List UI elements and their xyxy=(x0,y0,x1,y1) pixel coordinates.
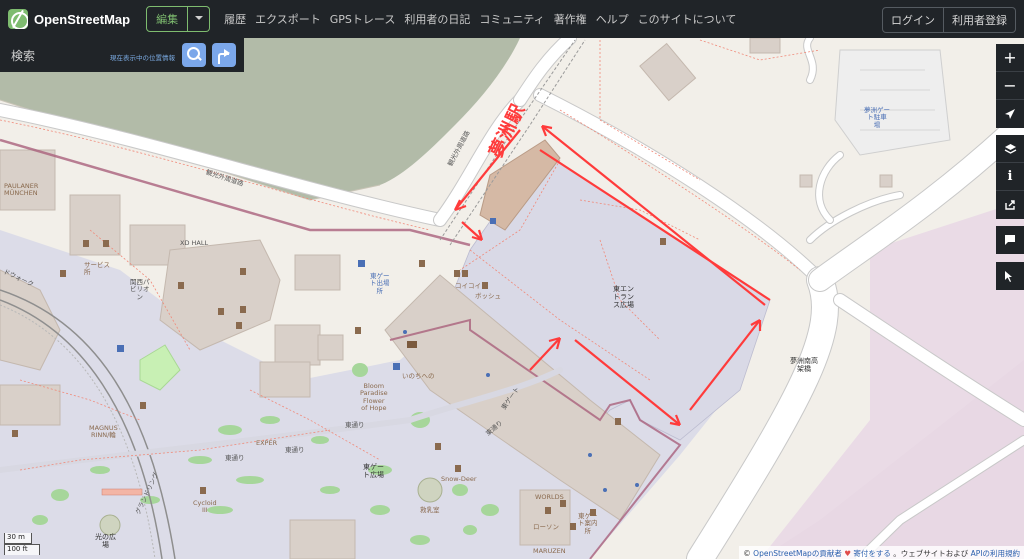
parking-lot xyxy=(834,49,951,156)
zoom-out-button[interactable]: − xyxy=(996,72,1024,100)
poi-inochi: いのちへの xyxy=(402,372,435,380)
add-note-icon[interactable] xyxy=(996,226,1024,254)
poi-bosh: ボッシュ xyxy=(475,292,501,300)
nav-help[interactable]: ヘルプ xyxy=(596,11,629,27)
poi-kansai-pavilion: 関西パ ビリオ ン xyxy=(130,278,150,301)
poi-coicoi: コイコイ xyxy=(455,282,481,290)
nav-copyright[interactable]: 著作権 xyxy=(554,11,587,27)
poi-snow-deer: Snow-Deer xyxy=(441,475,477,483)
top-nav-bar: OpenStreetMap 編集 履歴 エクスポート GPSトレース 利用者の日… xyxy=(0,0,1024,38)
where-am-i-link[interactable]: 現在表示中の位置情報 xyxy=(110,52,175,62)
main-nav: 履歴 エクスポート GPSトレース 利用者の日記 コミュニティ 著作権 ヘルプ … xyxy=(224,11,745,27)
scale-imperial: 100 ft xyxy=(4,544,40,555)
poi-worlds: WORLDS xyxy=(535,493,564,501)
zoom-controls: + − xyxy=(996,44,1024,128)
note-control xyxy=(996,226,1024,254)
poi-paulaner: PAULANER MÜNCHEN xyxy=(4,182,39,198)
nav-communities[interactable]: コミュニティ xyxy=(479,11,544,27)
query-control xyxy=(996,262,1024,290)
donate-link[interactable]: 寄付をする xyxy=(853,549,891,558)
nav-export[interactable]: エクスポート xyxy=(255,11,321,27)
poi-bloom: Bloom Paradise Flower of Hope xyxy=(360,382,388,413)
road-label-higashi-3: 東通り xyxy=(345,421,365,429)
login-button[interactable]: ログイン xyxy=(882,7,944,33)
nav-about[interactable]: このサイトについて xyxy=(638,11,737,27)
zoom-in-button[interactable]: + xyxy=(996,44,1024,72)
poi-east-gate-exit: 東ゲー ト出場 所 xyxy=(370,272,390,295)
osm-logo-icon xyxy=(8,9,28,29)
heart-icon: ♥ xyxy=(844,549,851,558)
site-title: OpenStreetMap xyxy=(34,11,131,27)
locate-me-icon[interactable] xyxy=(996,100,1024,128)
poi-magnus: MAGNUS RINN/輪 xyxy=(89,424,118,440)
map-panel-controls: i xyxy=(996,135,1024,219)
site-logo[interactable]: OpenStreetMap xyxy=(8,9,130,29)
bridge-label: 夢洲南高 架橋 xyxy=(790,357,818,374)
east-gate-plaza-label: 東ゲー ト広場 xyxy=(363,463,384,480)
poi-xd-hall: XD HALL xyxy=(180,239,209,247)
poi-kyubo: 救乳室 xyxy=(420,506,440,514)
search-placeholder: 検索 xyxy=(11,48,36,63)
poi-exper: EXPER xyxy=(256,439,278,447)
query-features-icon[interactable] xyxy=(996,262,1024,290)
poi-maruzen: MARUZEN xyxy=(533,547,566,555)
osm-contributors-link[interactable]: OpenStreetMapの貢献者 xyxy=(753,549,842,558)
search-icon[interactable] xyxy=(182,43,206,67)
attribution: © OpenStreetMapの貢献者 ♥ 寄付をする 。ウェブサイトおよび A… xyxy=(739,546,1024,559)
nav-user-diaries[interactable]: 利用者の日記 xyxy=(404,11,470,27)
edit-dropdown-chevron-icon[interactable] xyxy=(188,6,211,32)
poi-cycloid: Cycloid III xyxy=(193,499,217,515)
nav-gps-traces[interactable]: GPSトレース xyxy=(330,11,396,27)
nav-history[interactable]: 履歴 xyxy=(224,11,246,27)
hikari-plaza-label: 光の広 場 xyxy=(95,533,116,550)
attribution-middle: 。ウェブサイトおよび xyxy=(893,549,969,558)
edit-button[interactable]: 編集 xyxy=(146,6,189,32)
poi-parking: 夢洲ゲー ト駐車 場 xyxy=(864,106,890,129)
directions-icon[interactable] xyxy=(212,43,236,67)
api-terms-link[interactable]: APIの利用規約 xyxy=(971,549,1020,558)
share-icon[interactable] xyxy=(996,191,1024,219)
east-entrance-plaza-label: 東エン トラン ス広場 xyxy=(613,285,634,310)
signup-button[interactable]: 利用者登録 xyxy=(944,7,1016,33)
info-icon[interactable]: i xyxy=(996,163,1024,191)
poi-east-gate-office: 東ゲー ト案内 所 xyxy=(578,512,598,535)
poi-lawson: ローソン xyxy=(533,523,559,531)
poi-service: サービス 所 xyxy=(84,261,110,277)
road-label-higashi-2: 東通り xyxy=(225,454,245,462)
search-bar: 検索 現在表示中の位置情報 xyxy=(0,38,244,72)
layers-icon[interactable] xyxy=(996,135,1024,163)
scale-bar: 30 m 100 ft xyxy=(4,533,40,555)
road-label-higashi-1: 東通り xyxy=(285,446,305,454)
copyright-symbol: © xyxy=(743,549,751,558)
search-input[interactable]: 検索 現在表示中の位置情報 xyxy=(6,43,176,67)
scale-metric: 30 m xyxy=(4,533,32,544)
